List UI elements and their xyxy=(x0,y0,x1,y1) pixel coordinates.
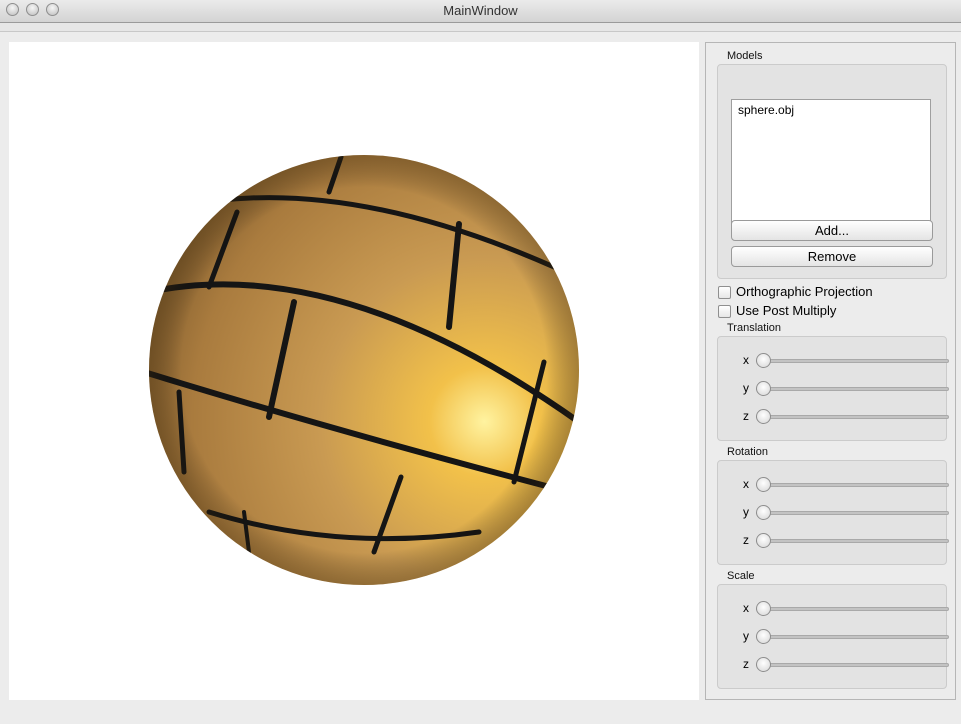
scale-x-label: x xyxy=(743,601,749,615)
slider-groove[interactable] xyxy=(756,511,949,515)
slider-groove[interactable] xyxy=(756,387,949,391)
translation-z-label: z xyxy=(743,409,749,423)
orthographic-projection-label: Orthographic Projection xyxy=(736,284,873,299)
scale-y-slider[interactable]: y xyxy=(730,629,952,645)
models-group-title: Models xyxy=(727,50,763,62)
slider-handle[interactable] xyxy=(756,533,771,548)
slider-handle[interactable] xyxy=(756,657,771,672)
scale-z-label: z xyxy=(743,657,749,671)
slider-groove[interactable] xyxy=(756,415,949,419)
orthographic-projection-checkbox[interactable] xyxy=(718,286,731,299)
slider-groove[interactable] xyxy=(756,359,949,363)
remove-model-button[interactable]: Remove xyxy=(731,246,933,267)
translation-x-label: x xyxy=(743,353,749,367)
models-list[interactable]: sphere.obj xyxy=(731,99,931,234)
slider-handle[interactable] xyxy=(756,601,771,616)
scale-x-slider[interactable]: x xyxy=(730,601,952,617)
window-title: MainWindow xyxy=(443,3,518,18)
slider-groove[interactable] xyxy=(756,663,949,667)
slider-handle[interactable] xyxy=(756,629,771,644)
slider-groove[interactable] xyxy=(756,607,949,611)
rotation-z-label: z xyxy=(743,533,749,547)
rotation-group: x y z xyxy=(717,460,949,565)
rotation-group-title: Rotation xyxy=(727,446,768,458)
toolbar-strip xyxy=(0,23,961,32)
textured-sphere xyxy=(149,155,579,585)
title-bar: MainWindow xyxy=(0,0,961,23)
gl-viewport[interactable] xyxy=(9,42,699,700)
slider-groove[interactable] xyxy=(756,539,949,543)
scale-y-label: y xyxy=(743,629,749,643)
slider-handle[interactable] xyxy=(756,505,771,520)
slider-handle[interactable] xyxy=(756,477,771,492)
add-model-button[interactable]: Add... xyxy=(731,220,933,241)
models-group: sphere.obj Add... Remove xyxy=(717,64,947,279)
slider-handle[interactable] xyxy=(756,409,771,424)
post-multiply-checkbox[interactable] xyxy=(718,305,731,318)
controls-panel: Models sphere.obj Add... Remove Orthogra… xyxy=(705,42,956,700)
rotation-y-slider[interactable]: y xyxy=(730,505,952,521)
translation-z-slider[interactable]: z xyxy=(730,409,952,425)
list-item[interactable]: sphere.obj xyxy=(738,103,794,117)
scale-group: x y z xyxy=(717,584,949,689)
translation-group-title: Translation xyxy=(727,322,782,334)
post-multiply-label: Use Post Multiply xyxy=(736,303,837,318)
slider-handle[interactable] xyxy=(756,353,771,368)
rotation-x-label: x xyxy=(743,477,749,491)
scale-group-title: Scale xyxy=(727,570,755,582)
rotation-x-slider[interactable]: x xyxy=(730,477,952,493)
scale-z-slider[interactable]: z xyxy=(730,657,952,673)
slider-handle[interactable] xyxy=(756,381,771,396)
translation-y-slider[interactable]: y xyxy=(730,381,952,397)
rotation-y-label: y xyxy=(743,505,749,519)
slider-groove[interactable] xyxy=(756,635,949,639)
slider-groove[interactable] xyxy=(756,483,949,487)
rotation-z-slider[interactable]: z xyxy=(730,533,952,549)
translation-y-label: y xyxy=(743,381,749,395)
translation-x-slider[interactable]: x xyxy=(730,353,952,369)
translation-group: x y z xyxy=(717,336,949,441)
